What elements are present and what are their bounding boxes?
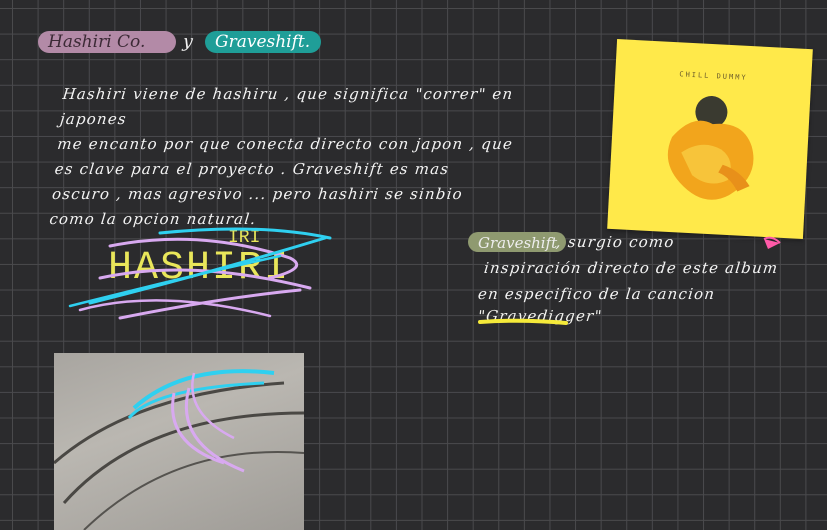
main-note-line: me encanto por que conecta directo con j… [56, 135, 515, 153]
album-cover-image[interactable]: CHILL DUMMY [607, 39, 813, 239]
artist-tag[interactable]: Graveshift. [205, 31, 321, 53]
hashiri-sketch[interactable]: HASHIRI IRI [60, 218, 340, 336]
drift-photo[interactable] [54, 353, 304, 530]
album-figure-art [667, 96, 754, 200]
side-note-line: inspiración directo de este album [483, 259, 780, 277]
main-note[interactable]: Hashiri viene de hashiru , que significa… [48, 82, 584, 232]
brand-tag[interactable]: Hashiri Co. [38, 31, 176, 53]
pink-arrow-icon [763, 236, 781, 249]
main-note-line: es clave para el proyecto . Graveshift e… [53, 160, 451, 178]
sketch-text-main: HASHIRI [108, 246, 290, 291]
main-note-line: oscuro , mas agresivo ... pero hashiri s… [51, 185, 464, 203]
main-note-line: Hashiri viene de hashiru , que significa… [59, 85, 515, 128]
graveshift-tag[interactable]: Graveshift [468, 232, 566, 252]
song-underline [478, 318, 568, 325]
drift-marks-art [54, 369, 304, 530]
